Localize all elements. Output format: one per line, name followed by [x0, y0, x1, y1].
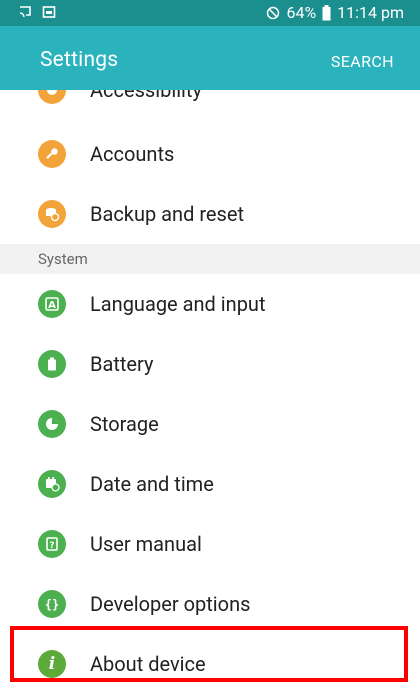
- status-right: 64% 11:14 pm: [266, 3, 404, 22]
- help-icon: ?: [38, 530, 66, 558]
- list-item-storage[interactable]: Storage: [0, 394, 420, 454]
- list-item-backup-and-reset[interactable]: Backup and reset: [0, 184, 420, 244]
- list-item-label: Storage: [90, 412, 159, 436]
- list-item-language-and-input[interactable]: A Language and input: [0, 274, 420, 334]
- status-bar: 64% 11:14 pm: [0, 0, 420, 26]
- cast-icon: [19, 6, 31, 18]
- list-item-accounts[interactable]: Accounts: [0, 124, 420, 184]
- list-item-label: Developer options: [90, 592, 251, 616]
- list-item-label: User manual: [90, 532, 202, 556]
- storage-icon: [38, 410, 66, 438]
- settings-screen: 64% 11:14 pm Settings SEARCH Accessibili…: [0, 0, 420, 687]
- list-item-battery[interactable]: Battery: [0, 334, 420, 394]
- battery-icon: [38, 350, 66, 378]
- list-item-accessibility[interactable]: Accessibility: [0, 90, 420, 124]
- status-left: [18, 5, 56, 19]
- blocked-icon: [267, 6, 280, 19]
- battery-percent: 64%: [286, 3, 317, 22]
- list-item-label: Accounts: [90, 142, 175, 166]
- list-item-label: Battery: [90, 352, 154, 376]
- gallery-icon: [42, 6, 56, 18]
- section-header-system: System: [0, 244, 420, 274]
- backup-icon: [38, 200, 66, 228]
- svg-text:A: A: [48, 300, 56, 311]
- list-item-label: Date and time: [90, 472, 214, 496]
- key-icon: [38, 140, 66, 168]
- list-item-label: Backup and reset: [90, 202, 244, 226]
- selection-highlight: [10, 626, 408, 682]
- svg-text:?: ?: [49, 541, 54, 551]
- page-title: Settings: [40, 48, 119, 72]
- calendar-icon: [38, 470, 66, 498]
- battery-icon: [322, 4, 331, 20]
- svg-text:{}: {}: [45, 598, 59, 612]
- app-bar: Settings SEARCH: [0, 26, 420, 90]
- accessibility-icon: [38, 90, 66, 104]
- clock: 11:14 pm: [337, 3, 404, 22]
- list-item-user-manual[interactable]: ? User manual: [0, 514, 420, 574]
- list-item-date-and-time[interactable]: Date and time: [0, 454, 420, 514]
- settings-list: Accessibility Accounts Backup and reset: [0, 90, 420, 687]
- list-item-label: Language and input: [90, 292, 266, 316]
- keyboard-icon: A: [38, 290, 66, 318]
- search-button[interactable]: SEARCH: [331, 52, 394, 71]
- list-item-developer-options[interactable]: {} Developer options: [0, 574, 420, 634]
- list-item-label: Accessibility: [90, 90, 202, 102]
- braces-icon: {}: [38, 590, 66, 618]
